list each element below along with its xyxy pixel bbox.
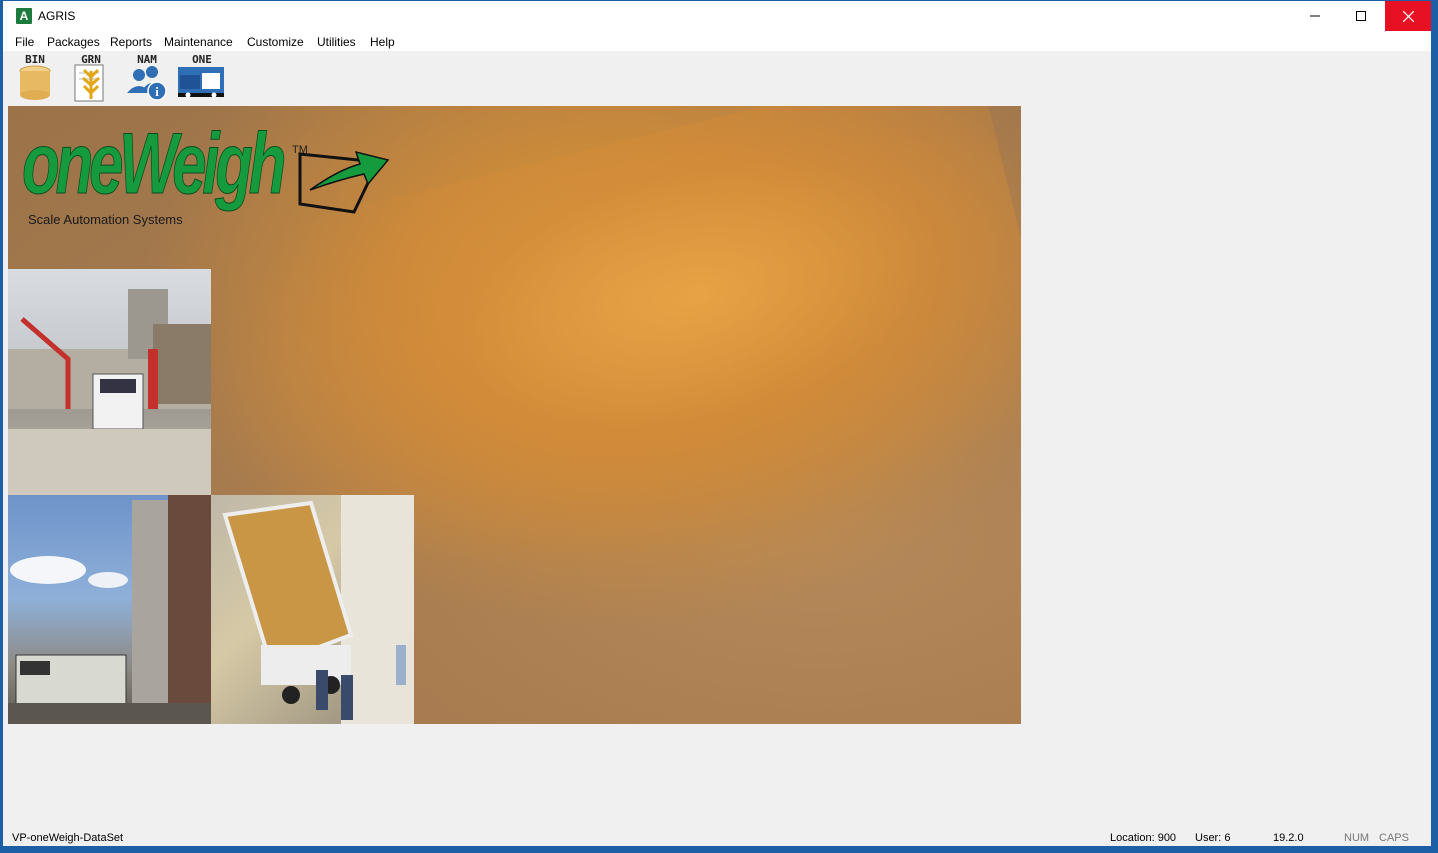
app-window: A AGRIS File Packages Reports Maintenanc… [2, 0, 1432, 847]
menu-utilities[interactable]: Utilities [317, 35, 356, 49]
close-button[interactable] [1385, 1, 1431, 31]
menu-maintenance[interactable]: Maintenance [164, 35, 233, 49]
grn-toolbar-button[interactable]: GRN [65, 53, 117, 103]
oneweigh-logo: oneWeigh TM Scale Automation Systems [22, 114, 402, 234]
nam-toolbar-button[interactable]: NAM i [121, 53, 173, 103]
close-icon [1402, 10, 1414, 22]
logo-tagline: Scale Automation Systems [28, 212, 183, 227]
menu-customize[interactable]: Customize [247, 35, 304, 49]
status-user: User: 6 [1195, 832, 1231, 844]
minimize-icon [1310, 15, 1320, 17]
one-button-label: ONE [192, 53, 212, 66]
toolbar: BIN GRN NAM i ONE [3, 51, 1431, 106]
logo-wordmark: oneWeigh [22, 116, 287, 213]
status-caps: CAPS [1379, 832, 1409, 844]
logo-arrow-icon [298, 150, 390, 214]
status-bar: VP-oneWeigh-DataSet Location: 900 User: … [3, 832, 1431, 846]
bin-toolbar-button[interactable]: BIN [9, 53, 61, 103]
svg-text:i: i [155, 84, 159, 99]
menu-bar: File Packages Reports Maintenance Custom… [3, 32, 1431, 51]
one-toolbar-button[interactable]: ONE [176, 53, 228, 103]
nam-button-label: NAM [137, 53, 157, 66]
minimize-button[interactable] [1292, 1, 1338, 31]
window-title: AGRIS [38, 9, 76, 23]
status-version: 19.2.0 [1273, 832, 1304, 844]
grain-trailer-photo [211, 495, 414, 724]
agris-app-icon: A [16, 8, 32, 24]
menu-packages[interactable]: Packages [47, 35, 100, 49]
maximize-icon [1356, 11, 1366, 21]
status-location: Location: 900 [1110, 832, 1177, 844]
maximize-button[interactable] [1338, 1, 1384, 31]
title-bar[interactable]: A AGRIS [3, 1, 1431, 32]
bin-button-label: BIN [25, 53, 45, 66]
status-dataset: VP-oneWeigh-DataSet [12, 832, 124, 844]
menu-reports[interactable]: Reports [110, 35, 152, 49]
grn-button-label: GRN [81, 53, 101, 66]
status-num: NUM [1344, 832, 1370, 844]
menu-help[interactable]: Help [370, 35, 395, 49]
menu-file[interactable]: File [15, 35, 34, 49]
elevator-truck-photo [8, 269, 211, 495]
splash-image: oneWeigh TM Scale Automation Systems [8, 106, 1021, 724]
rail-elevator-photo [8, 495, 211, 724]
